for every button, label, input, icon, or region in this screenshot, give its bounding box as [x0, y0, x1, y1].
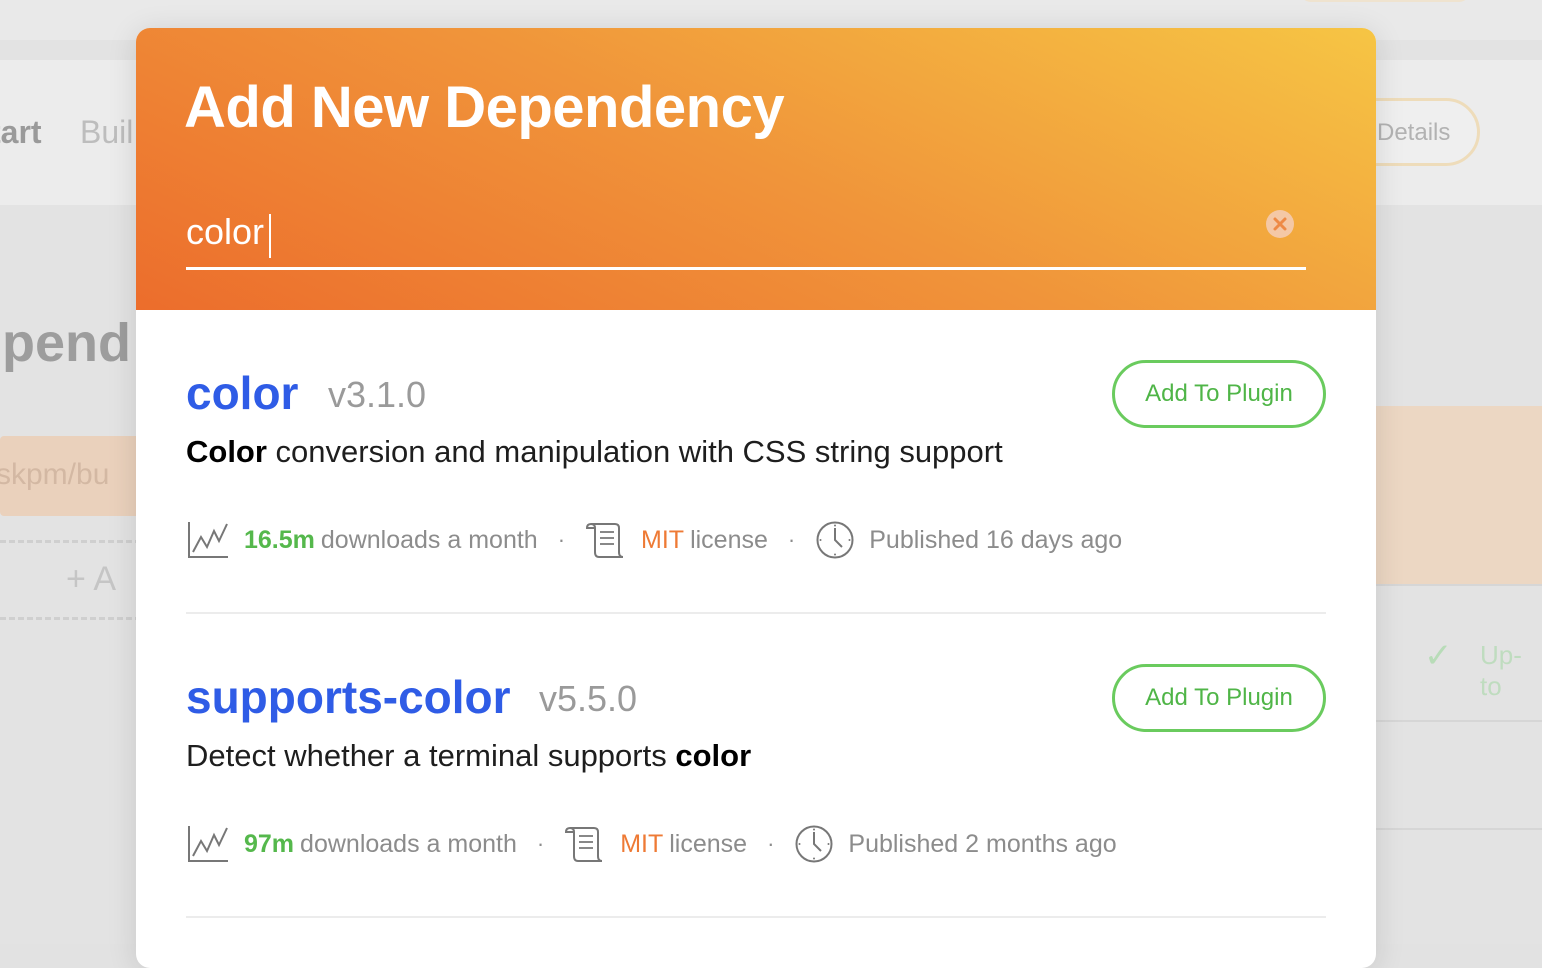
chart-icon: [186, 519, 230, 561]
downloads-count: 16.5m: [244, 526, 315, 555]
license-stat: MIT license: [585, 520, 768, 560]
separator: ·: [767, 831, 774, 857]
scroll-icon: [585, 520, 627, 560]
downloads-count: 97m: [244, 830, 294, 859]
clock-icon: [794, 824, 834, 864]
package-version: v5.5.0: [539, 678, 637, 720]
published-stat: Published 16 days ago: [815, 520, 1122, 560]
package-name[interactable]: color: [186, 366, 298, 420]
license-name: MIT: [641, 526, 684, 555]
separator: ·: [788, 527, 795, 553]
modal-title: Add New Dependency: [184, 74, 784, 141]
background-row-divider: [1370, 584, 1542, 586]
license-name: MIT: [620, 830, 663, 859]
add-dependency-modal: Add New Dependency color v3.1.0 Color co…: [136, 28, 1376, 968]
description-highlight: Color: [186, 434, 267, 469]
background-chip-label: skpm/bu: [0, 458, 109, 492]
background-check-icon: ✓: [1424, 636, 1453, 676]
clear-icon[interactable]: [1266, 210, 1294, 238]
add-to-plugin-button[interactable]: Add To Plugin: [1112, 664, 1326, 732]
text-caret: [269, 214, 271, 258]
background-add-label: + A: [66, 560, 116, 599]
license-label: license: [669, 830, 747, 859]
add-to-plugin-button[interactable]: Add To Plugin: [1112, 360, 1326, 428]
background-row-divider: [1370, 828, 1542, 830]
chart-icon: [186, 823, 230, 865]
package-version: v3.1.0: [328, 374, 426, 416]
list-item: supports-color v5.5.0 Detect whether a t…: [186, 614, 1326, 918]
search-input[interactable]: [186, 204, 1246, 260]
package-meta: 16.5m downloads a month · MIT license · …: [186, 518, 1122, 562]
downloads-stat: 97m downloads a month: [186, 823, 517, 865]
modal-header: Add New Dependency: [136, 28, 1376, 310]
background-topbar-pill: [1300, 0, 1470, 2]
package-description: Detect whether a terminal supports color: [186, 738, 751, 774]
background-chip: skpm/bu: [0, 436, 150, 516]
background-panel: [1370, 406, 1542, 584]
license-stat: MIT license: [564, 824, 747, 864]
published-date: Published 2 months ago: [848, 830, 1116, 859]
downloads-stat: 16.5m downloads a month: [186, 519, 538, 561]
downloads-label: downloads a month: [300, 830, 517, 859]
background-status-label: Up-to: [1480, 640, 1542, 702]
search-field: [186, 196, 1306, 270]
license-label: license: [690, 526, 768, 555]
package-name[interactable]: supports-color: [186, 670, 511, 724]
published-stat: Published 2 months ago: [794, 824, 1116, 864]
separator: ·: [537, 831, 544, 857]
scroll-icon: [564, 824, 606, 864]
package-description: Color conversion and manipulation with C…: [186, 434, 1003, 470]
package-meta: 97m downloads a month · MIT license · Pu…: [186, 822, 1117, 866]
results-list: color v3.1.0 Color conversion and manipu…: [186, 310, 1326, 918]
background-tab-start: tart: [0, 114, 42, 151]
clock-icon: [815, 520, 855, 560]
background-heading: pend: [2, 312, 131, 374]
background-details-label: Details: [1377, 119, 1450, 147]
description-text: Detect whether a terminal supports: [186, 738, 675, 773]
description-highlight: color: [675, 738, 751, 773]
separator: ·: [558, 527, 565, 553]
background-row-divider: [1370, 720, 1542, 722]
description-text: conversion and manipulation with CSS str…: [267, 434, 1003, 469]
background-tab-build: Buil: [80, 114, 133, 151]
downloads-label: downloads a month: [321, 526, 538, 555]
published-date: Published 16 days ago: [869, 526, 1122, 555]
list-item: color v3.1.0 Color conversion and manipu…: [186, 310, 1326, 614]
